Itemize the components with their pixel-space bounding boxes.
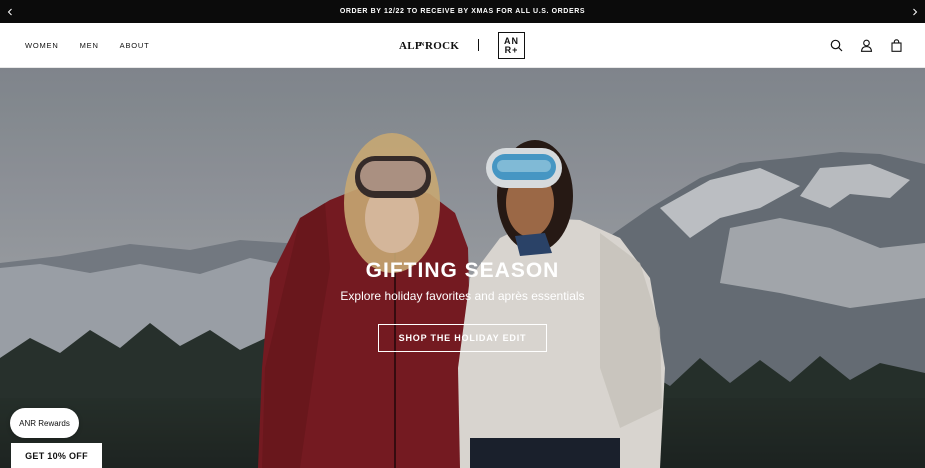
discount-tab[interactable]: GET 10% OFF [11,443,102,468]
hero-banner[interactable]: GIFTING SEASON Explore holiday favorites… [0,68,925,468]
alp-n-rock-logo[interactable]: ALP N ROCK [399,38,461,56]
nav-link-about[interactable]: ABOUT [120,41,150,50]
svg-text:ALP: ALP [399,40,422,52]
announcement-bar: ORDER BY 12/22 TO RECEIVE BY XMAS FOR AL… [0,0,925,23]
anr-plus-line2: R+ [504,44,519,55]
header-icons [829,23,903,68]
nav-link-men[interactable]: MEN [80,41,99,50]
chevron-right-icon[interactable] [905,0,925,23]
svg-text:ROCK: ROCK [425,40,459,52]
rewards-button[interactable]: ANR Rewards [10,408,79,438]
shop-holiday-edit-button[interactable]: SHOP THE HOLIDAY EDIT [378,324,547,352]
chevron-left-icon[interactable] [0,0,20,23]
main-nav: WOMEN MEN ABOUT [25,23,150,68]
bag-icon[interactable] [889,39,903,53]
search-icon[interactable] [829,39,843,53]
logo-divider [478,39,479,51]
account-icon[interactable] [859,39,873,53]
hero-image [0,68,925,468]
announcement-message: ORDER BY 12/22 TO RECEIVE BY XMAS FOR AL… [339,8,586,15]
anr-plus-logo[interactable]: AN R+ [498,32,525,59]
nav-link-women[interactable]: WOMEN [25,41,59,50]
site-header: WOMEN MEN ABOUT ALP N ROCK AN R+ [0,23,925,68]
